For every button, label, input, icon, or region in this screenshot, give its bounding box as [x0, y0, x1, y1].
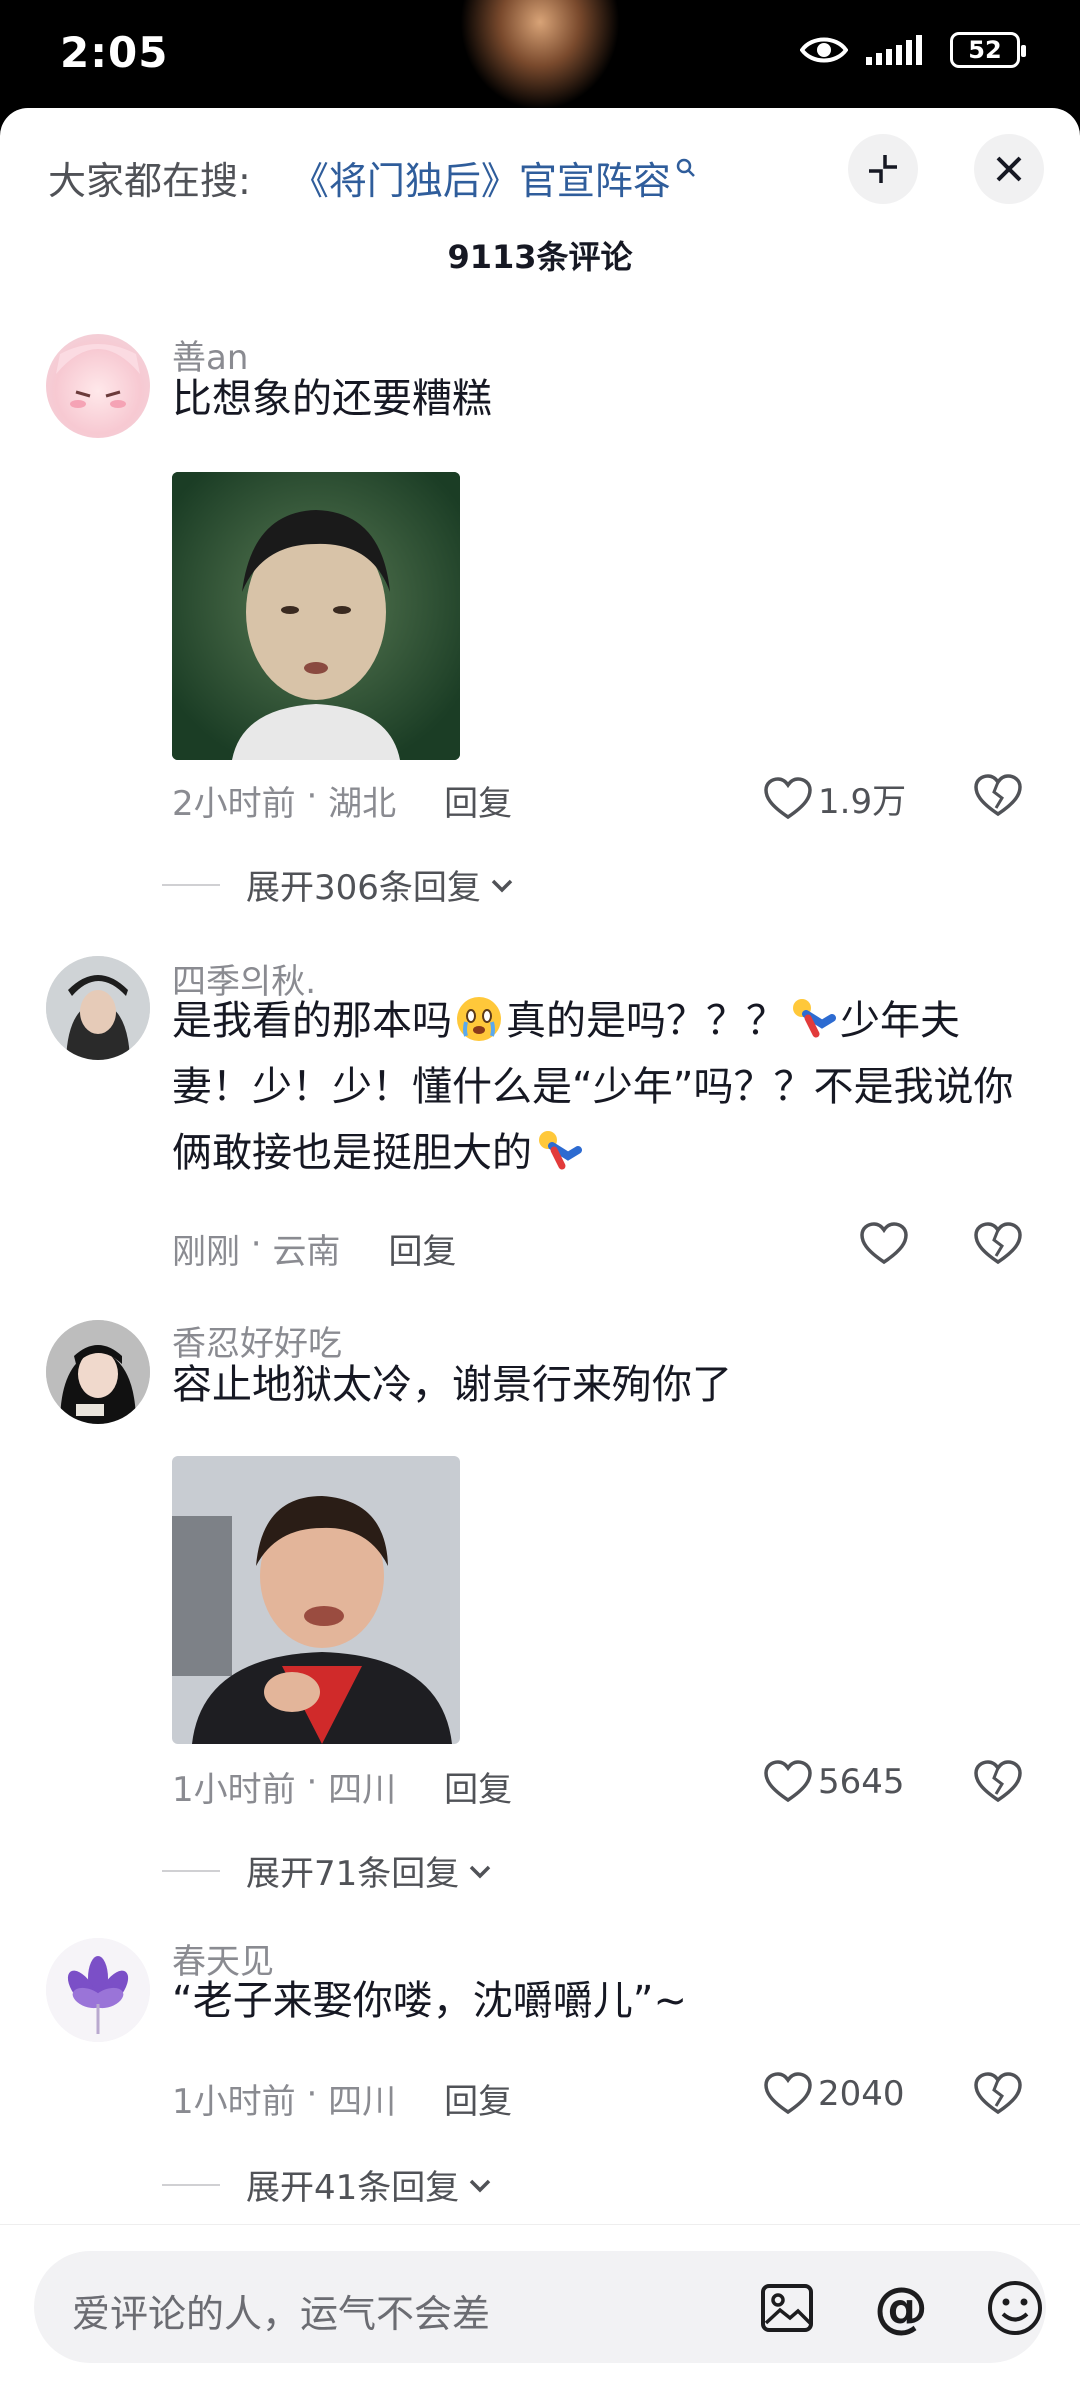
- comment-count: 9113条评论: [447, 238, 633, 276]
- comment-meta: 1小时前 · 四川 回复: [172, 1762, 512, 1811]
- avatar[interactable]: [46, 956, 150, 1060]
- comment-sheet: 大家都在搜: 《将门独后》官宣阵容 9113条评论 善an 比想象的还要糟糕 2…: [0, 108, 1080, 2387]
- dislike-button[interactable]: [974, 1760, 1022, 1808]
- meta-separator: ·: [295, 1762, 329, 1802]
- avatar[interactable]: [46, 1938, 150, 2042]
- status-time: 2:05: [60, 28, 169, 77]
- expand-replies-label: 展开71条回复: [246, 1854, 460, 1894]
- close-button[interactable]: [974, 134, 1044, 204]
- comment-image[interactable]: [172, 1456, 460, 1744]
- crying-emoji-icon: [457, 997, 501, 1041]
- broken-heart-icon: [974, 774, 1022, 817]
- like-button[interactable]: 2040: [764, 2072, 905, 2116]
- collapse-button[interactable]: [848, 134, 918, 204]
- dislike-button[interactable]: [974, 774, 1022, 822]
- comment-location: 湖北: [328, 784, 397, 824]
- expand-replies-label: 展开41条回复: [246, 2168, 460, 2208]
- comment-text: “老子来娶你喽，沈嚼嚼儿”~: [172, 1978, 687, 2024]
- expand-replies[interactable]: 展开71条回复: [162, 1846, 495, 1895]
- like-count: 5645: [818, 1762, 905, 1802]
- comment-meta: 1小时前 · 四川 回复: [172, 2074, 512, 2123]
- heart-icon: [764, 2072, 812, 2115]
- broken-heart-icon: [974, 2072, 1022, 2115]
- divider-dash: [162, 883, 220, 886]
- trending-search-link[interactable]: 《将门独后》官宣阵容: [291, 150, 671, 205]
- comment-input-bar: 爱评论的人，运气不会差 @: [0, 2224, 1080, 2387]
- signal-icon: [866, 35, 932, 65]
- eye-icon: [800, 34, 848, 66]
- comment-text: 比想象的还要糟糕: [172, 376, 492, 422]
- meta-separator: ·: [240, 1224, 273, 1264]
- status-icons: 52: [800, 32, 1026, 68]
- chevron-down-icon: [470, 1865, 491, 1878]
- meta-separator: ·: [295, 776, 329, 816]
- battery-level: 52: [968, 36, 1002, 64]
- comment-time: 1小时前: [172, 2082, 296, 2122]
- collapse-icon: [869, 155, 897, 183]
- image-icon[interactable]: [758, 2279, 816, 2337]
- comment-text-part: 是我看的那本吗: [172, 998, 452, 1044]
- like-count: 1.9万: [818, 782, 907, 822]
- comment-time: 1小时前: [172, 1770, 296, 1810]
- avatar[interactable]: [46, 334, 150, 438]
- like-button[interactable]: 1.9万: [764, 774, 906, 823]
- heart-icon: [764, 776, 812, 819]
- like-count: 2040: [818, 2074, 905, 2114]
- divider-dash: [162, 2183, 220, 2186]
- heart-icon: [860, 1222, 908, 1265]
- battery-indicator: 52: [950, 32, 1026, 68]
- comment-input[interactable]: 爱评论的人，运气不会差 @: [34, 2251, 1046, 2363]
- falling-figure-emoji-icon: [539, 1131, 582, 1170]
- comment-meta: 2小时前 · 湖北 回复: [172, 776, 512, 825]
- broken-heart-icon: [974, 1222, 1022, 1265]
- heart-icon: [764, 1760, 812, 1803]
- comment-text: 容止地狱太冷，谢景行来殉你了: [172, 1362, 732, 1408]
- comment-meta: 刚刚 · 云南 回复: [172, 1224, 456, 1273]
- reply-button[interactable]: 回复: [388, 1224, 456, 1273]
- like-button[interactable]: 5645: [764, 1760, 905, 1804]
- status-bar-wallpaper: [460, 0, 620, 110]
- comment-text: 是我看的那本吗 真的是吗？？？ 少年夫妻！少！少！懂什么是“少年”吗？？不是我说你俩…: [172, 988, 1032, 1186]
- expand-replies-label: 展开306条回复: [246, 868, 481, 908]
- reply-button[interactable]: 回复: [444, 776, 512, 825]
- comment-location: 云南: [272, 1232, 341, 1272]
- broken-heart-icon: [974, 1760, 1022, 1803]
- close-icon: [996, 156, 1022, 182]
- comment-location: 四川: [328, 2082, 397, 2122]
- comment-input-placeholder: 爱评论的人，运气不会差: [72, 2292, 491, 2336]
- expand-replies[interactable]: 展开41条回复: [162, 2160, 495, 2209]
- chevron-down-icon: [491, 879, 513, 892]
- status-bar: 2:05 52: [0, 0, 1080, 110]
- trending-search: 大家都在搜: 《将门独后》官宣阵容: [48, 142, 697, 212]
- dislike-button[interactable]: [974, 1222, 1022, 1270]
- expand-replies[interactable]: 展开306条回复: [162, 860, 517, 909]
- comment-time: 2小时前: [172, 784, 296, 824]
- comment-text-part: 真的是吗？？？: [506, 998, 786, 1044]
- meta-separator: ·: [295, 2074, 329, 2114]
- comment-location: 四川: [328, 1770, 397, 1810]
- divider-dash: [162, 1869, 220, 1872]
- trending-search-prefix: 大家都在搜:: [48, 158, 251, 203]
- comment-image[interactable]: [172, 472, 460, 760]
- dislike-button[interactable]: [974, 2072, 1022, 2120]
- like-button[interactable]: [860, 1222, 914, 1266]
- avatar[interactable]: [46, 1320, 150, 1424]
- falling-figure-emoji-icon: [793, 999, 836, 1038]
- search-icon[interactable]: [675, 157, 697, 183]
- at-icon[interactable]: @: [872, 2279, 930, 2337]
- comment-time: 刚刚: [172, 1232, 240, 1272]
- reply-button[interactable]: 回复: [444, 2074, 512, 2123]
- reply-button[interactable]: 回复: [444, 1762, 512, 1811]
- emoji-icon[interactable]: [986, 2279, 1044, 2337]
- chevron-down-icon: [470, 2179, 491, 2192]
